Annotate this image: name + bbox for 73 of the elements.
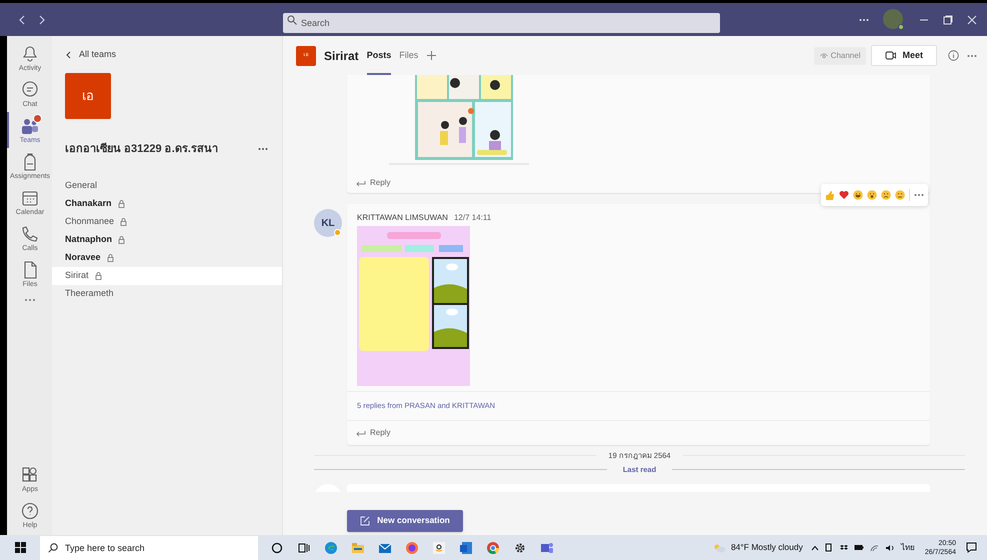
folder-icon[interactable] [351, 540, 365, 554]
weather-text[interactable]: 84°F Mostly cloudy [730, 541, 803, 554]
channel-item[interactable]: General [52, 177, 282, 195]
team-name: เอกอาเซียน อ31229 อ.ดร.รสนา [65, 142, 218, 156]
eye-icon [820, 52, 828, 58]
device-icon [824, 543, 833, 552]
laugh-face-icon [853, 190, 863, 200]
reply-arrow-icon [356, 180, 366, 186]
dropbox-icon [838, 544, 848, 552]
thumbs-up-icon [825, 190, 835, 200]
search-icon [287, 14, 297, 24]
amazon-icon[interactable] [432, 540, 446, 554]
channel-item[interactable]: Chanakarn [52, 195, 282, 213]
reply-button[interactable]: Reply [356, 177, 390, 189]
author-name: KRITTAWAN LIMSUWAN [357, 212, 448, 224]
channel-item[interactable]: Theerameth [52, 285, 282, 303]
gear-icon[interactable] [513, 540, 527, 554]
search-field[interactable]: Search [283, 12, 720, 32]
cortana-icon[interactable] [270, 540, 284, 554]
wifi-icon [870, 544, 879, 552]
firefox-icon[interactable] [405, 540, 419, 554]
taskbar-search-field[interactable]: Type here to search [40, 536, 258, 560]
team-tile: เอ [65, 72, 111, 118]
maximize-icon [943, 14, 953, 24]
compose-icon [360, 516, 370, 526]
all-teams-link[interactable]: All teams [66, 48, 116, 62]
user-avatar: KL [314, 209, 342, 237]
close-icon [967, 14, 977, 24]
task-view-icon[interactable] [297, 540, 311, 554]
new-conversation-button[interactable]: New conversation [347, 510, 463, 532]
tab[interactable]: Files [399, 36, 418, 75]
meet-button[interactable]: Meet [871, 45, 937, 66]
mail-icon[interactable] [378, 540, 392, 554]
more-icon [24, 298, 36, 302]
more-icon [967, 54, 977, 58]
angry-face-icon [895, 190, 905, 200]
channel-item[interactable]: Natnaphon [52, 231, 282, 249]
chat-bubble-icon [20, 80, 40, 100]
video-camera-icon [885, 50, 896, 61]
profile-avatar[interactable] [883, 8, 903, 28]
bell-icon [20, 44, 40, 64]
edge-browser-icon[interactable] [324, 540, 338, 554]
windows-start-icon [14, 542, 26, 553]
info-icon [948, 50, 959, 61]
speaker-icon [884, 544, 895, 552]
heart-icon [839, 190, 849, 200]
chevron-up-icon [810, 544, 819, 550]
timestamp: 12/7 14:11 [454, 212, 492, 224]
help-icon [20, 500, 40, 520]
phone-icon [20, 224, 40, 244]
chrome-icon[interactable] [486, 540, 500, 554]
reply-button[interactable]: Reply [356, 427, 390, 439]
channel-item[interactable]: Noravee [52, 249, 282, 267]
channel-button[interactable]: Channel [814, 46, 866, 64]
channel-item[interactable]: Chonmanee [52, 213, 282, 231]
add-tab-button[interactable] [426, 50, 438, 62]
more-icon [258, 146, 268, 151]
search-icon [48, 543, 58, 553]
input-language[interactable]: ไทย [900, 542, 915, 554]
channel-title: Sirirat [324, 48, 359, 64]
notifications-icon [966, 542, 977, 553]
cloudy-sun-icon [712, 542, 726, 552]
sad-face-icon [881, 190, 891, 200]
channel-item[interactable]: Sirirat [52, 267, 282, 285]
teams-app-icon[interactable] [540, 540, 554, 554]
more-icon [914, 193, 924, 197]
battery-icon [854, 544, 864, 551]
plus-icon [426, 50, 438, 61]
reply-arrow-icon [356, 430, 366, 436]
word-icon[interactable] [459, 540, 473, 554]
chevron-left-icon [66, 50, 71, 59]
more-icon [859, 18, 869, 22]
surprised-face-icon [867, 190, 877, 200]
